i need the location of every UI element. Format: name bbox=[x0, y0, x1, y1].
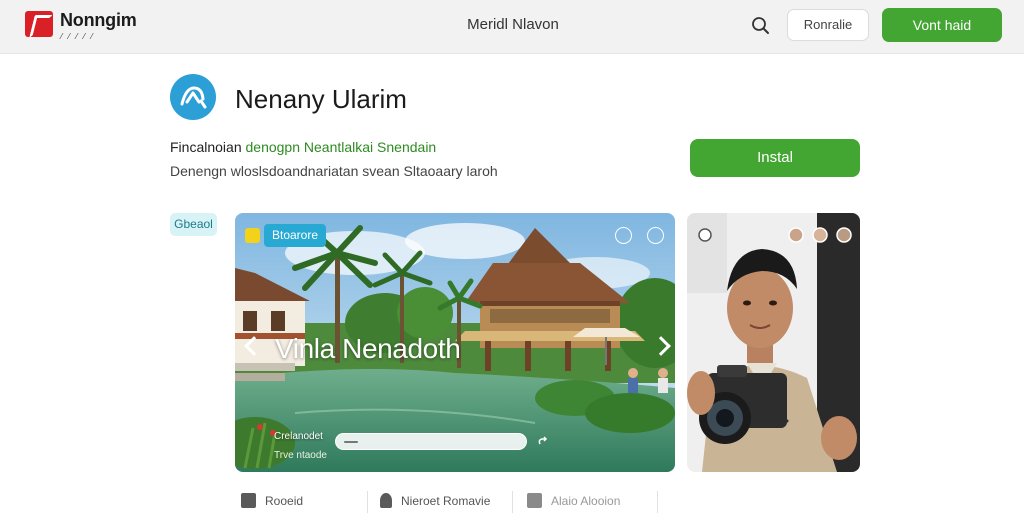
brand-name[interactable]: Nonngim bbox=[60, 10, 137, 31]
house-icon bbox=[241, 493, 256, 508]
tab-divider bbox=[512, 491, 513, 513]
app-description: Denengn wloslsdoandnariatan svean Sltaoa… bbox=[170, 163, 498, 179]
tab-divider bbox=[657, 491, 658, 513]
photographer-photo bbox=[687, 213, 860, 472]
tab-item-3-label: Alaio Alooion bbox=[551, 493, 621, 508]
tab-item-2-label: Nieroet Romavie bbox=[401, 493, 491, 508]
screenshot-carousel-main[interactable]: Btoarore Vinla Nenadoth Crelanodet Trve … bbox=[235, 213, 675, 472]
install-button[interactable]: Instal bbox=[690, 139, 860, 177]
share-circle-icon[interactable] bbox=[647, 227, 664, 244]
search-icon[interactable] bbox=[750, 15, 772, 37]
carousel-progress-pill[interactable] bbox=[335, 433, 527, 450]
app-tagline: Fincalnoian denogpn Neantlalkai Snendain bbox=[170, 139, 436, 155]
top-navigation-bar: Nonngim ⁄ ⁄ ⁄ ⁄ ⁄ Meridl Nlavon Ronralie… bbox=[0, 0, 1024, 54]
tagline-prefix: Fincalnoian bbox=[170, 139, 246, 155]
camera-icon bbox=[527, 493, 542, 508]
carousel-caption: Crelanodet bbox=[274, 431, 323, 442]
secondary-header-button[interactable]: Ronralie bbox=[787, 9, 869, 41]
nav-title-link[interactable]: Meridl Nlavon bbox=[440, 16, 586, 33]
tab-item-1-label: Rooeid bbox=[265, 493, 304, 508]
tab-item-2[interactable]: Nieroet Romavie bbox=[380, 489, 490, 512]
badge-color-square bbox=[245, 228, 260, 243]
screenshot-photographer-image[interactable] bbox=[687, 213, 860, 472]
carousel-title: Vinla Nenadoth bbox=[275, 333, 461, 364]
brand-subtitle: ⁄ ⁄ ⁄ ⁄ ⁄ bbox=[61, 32, 95, 41]
tab-item-1[interactable]: Rooeid bbox=[241, 489, 303, 512]
bottom-tab-row: Rooeid Nieroet Romavie Alaio Alooion bbox=[235, 489, 675, 513]
app-logo-icon bbox=[170, 74, 216, 120]
link-icon[interactable] bbox=[537, 435, 551, 449]
primary-header-button[interactable]: Vont haid bbox=[882, 8, 1002, 42]
clock-icon[interactable] bbox=[615, 227, 632, 244]
carousel-badge[interactable]: Btoarore bbox=[245, 224, 327, 247]
tagline-highlight[interactable]: denogpn Neantlalkai Snendain bbox=[246, 139, 437, 155]
brand-logo-icon[interactable] bbox=[25, 11, 53, 37]
carousel-caption-secondary: Trve ntaode bbox=[274, 450, 327, 461]
tab-divider bbox=[367, 491, 368, 513]
app-title: Nenany Ularim bbox=[235, 84, 407, 114]
tab-item-3[interactable]: Alaio Alooion bbox=[527, 489, 620, 512]
person-icon bbox=[380, 493, 392, 508]
category-badge[interactable]: Gbeaol bbox=[170, 213, 217, 236]
carousel-badge-label: Btoarore bbox=[264, 224, 327, 247]
